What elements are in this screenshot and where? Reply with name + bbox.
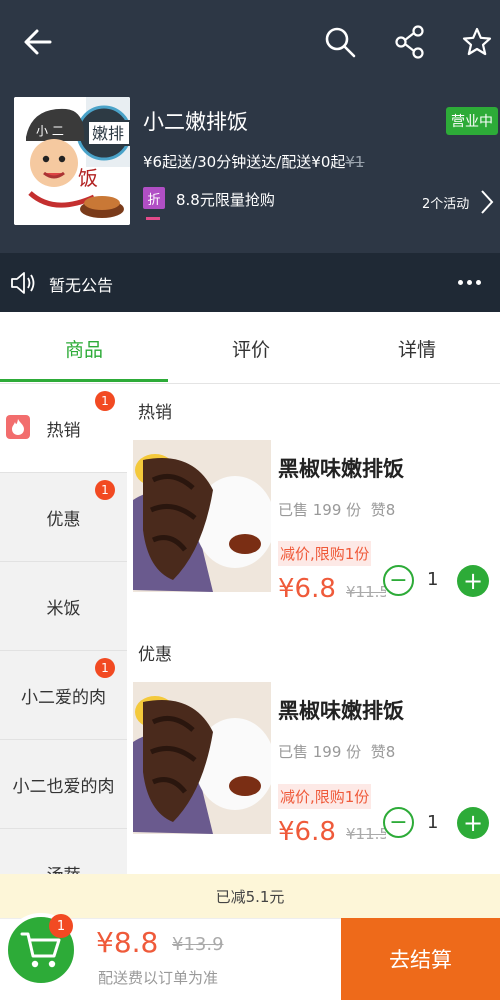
category-badge: 1 xyxy=(95,658,115,678)
back-button[interactable] xyxy=(18,22,58,62)
product-name: 黑椒味嫩排饭 xyxy=(278,457,404,481)
tab-bar: 商品 评价 详情 xyxy=(0,312,500,384)
fire-icon xyxy=(6,415,30,439)
store-name: 小二嫩排饭 xyxy=(143,110,248,134)
category-badge: 1 xyxy=(95,391,115,411)
quantity-minus-button[interactable]: − xyxy=(383,565,414,596)
sidebar-item-more-meat[interactable]: 小二也爱的肉 xyxy=(0,740,127,829)
activities-link[interactable]: 2个活动 xyxy=(422,193,469,212)
tab-products[interactable]: 商品 xyxy=(0,312,168,384)
sidebar-item-rice[interactable]: 米饭 xyxy=(0,562,127,651)
product-old-price: ¥11.5 xyxy=(346,583,386,601)
category-sidebar: 热销 优惠 米饭 小二爱的肉 小二也爱的肉 汤蔬 xyxy=(0,384,127,874)
product-tag: 减价,限购1份 xyxy=(278,784,372,809)
delivery-note: 配送费以订单为准 xyxy=(98,969,219,987)
cart-total: ¥8.8 xyxy=(96,926,159,959)
share-icon xyxy=(395,25,424,59)
product-image[interactable] xyxy=(133,440,271,592)
product-price: ¥6.8 xyxy=(278,817,336,847)
star-icon xyxy=(462,27,492,56)
chevron-right-icon[interactable] xyxy=(480,189,494,219)
tab-details[interactable]: 详情 xyxy=(334,312,500,384)
quantity-value: 1 xyxy=(427,569,439,590)
product-price: ¥6.8 xyxy=(278,574,336,604)
sidebar-item-label: 热销 xyxy=(46,420,81,441)
promo-text: 8.8元限量抢购 xyxy=(176,191,275,209)
sidebar-item-soup[interactable]: 汤蔬 xyxy=(0,829,127,874)
svg-text:饭: 饭 xyxy=(78,166,98,190)
quantity-plus-button[interactable]: + xyxy=(457,565,489,597)
svg-text:小 二: 小 二 xyxy=(36,124,64,138)
search-icon xyxy=(325,27,356,58)
delivery-info: ¥6起送/30分钟送达/配送¥0起¥1 xyxy=(143,151,364,172)
discount-summary-bar: 已减5.1元 xyxy=(0,874,500,918)
search-button[interactable] xyxy=(320,22,360,62)
discount-badge: 折 xyxy=(143,187,165,209)
cart-total-old: ¥13.9 xyxy=(172,934,224,955)
favorite-button[interactable] xyxy=(457,22,497,62)
checkout-button[interactable]: 去结算 xyxy=(341,918,500,1000)
section-title: 优惠 xyxy=(138,645,172,665)
speaker-icon xyxy=(10,271,36,299)
section-title: 热销 xyxy=(138,403,172,423)
delivery-info-text: ¥6起送/30分钟送达/配送¥0起 xyxy=(143,153,346,171)
product-image[interactable] xyxy=(133,682,271,834)
svg-text:嫩排: 嫩排 xyxy=(92,124,124,143)
open-status-badge: 营业中 xyxy=(446,107,498,135)
tab-reviews[interactable]: 评价 xyxy=(168,312,334,384)
product-old-price: ¥11.5 xyxy=(346,825,386,843)
quantity-value: 1 xyxy=(427,812,439,833)
category-badge: 1 xyxy=(95,480,115,500)
product-sold: 已售 199 份 赞8 xyxy=(278,743,396,761)
cart-count-badge: 1 xyxy=(49,914,73,938)
store-logo: 嫩排 小 二 饭 xyxy=(14,97,130,225)
more-icon[interactable] xyxy=(458,280,481,285)
quantity-minus-button[interactable]: − xyxy=(383,807,414,838)
back-arrow-icon xyxy=(24,29,52,55)
delivery-old-fee: ¥1 xyxy=(345,153,365,171)
notice-text: 暂无公告 xyxy=(49,276,114,295)
promo-mark xyxy=(146,217,160,220)
share-button[interactable] xyxy=(390,22,430,62)
product-name: 黑椒味嫩排饭 xyxy=(278,699,404,723)
product-tag: 减价,限购1份 xyxy=(278,541,372,566)
product-sold: 已售 199 份 赞8 xyxy=(278,501,396,519)
active-tab-indicator xyxy=(0,379,168,382)
quantity-plus-button[interactable]: + xyxy=(457,807,489,839)
